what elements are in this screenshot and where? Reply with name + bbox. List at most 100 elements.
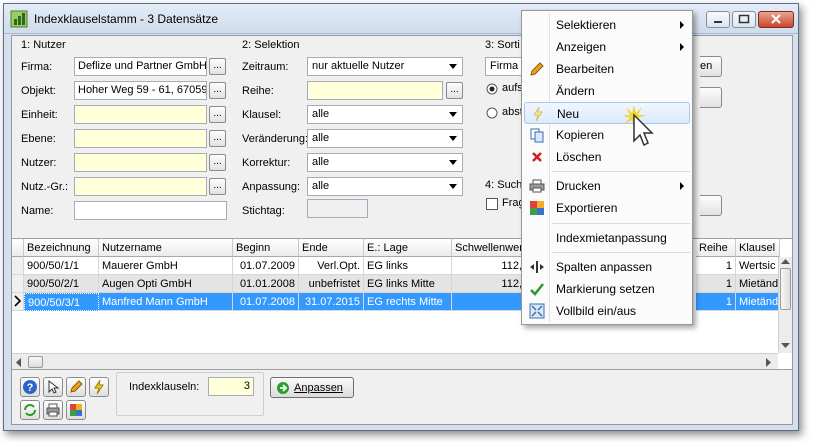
cell-bezeichnung[interactable]: 900/50/2/1	[24, 275, 99, 293]
menu-item-neu[interactable]: Neu	[524, 102, 690, 124]
row-selector[interactable]	[12, 293, 24, 311]
cell-reihe[interactable]: 1	[696, 275, 736, 293]
select-button[interactable]	[43, 377, 63, 397]
cell-ende[interactable]: unbefristet	[299, 275, 364, 293]
cell-nutzername[interactable]: Mauerer GmbH	[99, 257, 233, 275]
horizontal-scroll-thumb[interactable]	[28, 356, 43, 368]
column-header-klausel[interactable]: Klausel	[736, 239, 780, 257]
group-sortierung-title: 3: Sorti	[485, 39, 520, 51]
menu-item-selektieren[interactable]: Selektieren	[524, 14, 690, 36]
cell-klausel[interactable]: Mietänd	[736, 293, 780, 311]
suche-button[interactable]	[700, 195, 722, 216]
cell-schwellenwert[interactable]: 112,	[452, 275, 526, 293]
close-button[interactable]	[758, 11, 794, 28]
export-button[interactable]	[66, 400, 86, 420]
menu-item-drucken[interactable]: Drucken	[524, 175, 690, 197]
menu-item-anzeigen[interactable]: Anzeigen	[524, 36, 690, 58]
column-header-nutzername[interactable]: Nutzername	[99, 239, 233, 257]
einheit-field[interactable]	[74, 105, 207, 124]
row-selector[interactable]	[12, 275, 24, 293]
sortierung-button-label: en	[700, 60, 713, 72]
menu-item-bearbeiten[interactable]: Bearbeiten	[524, 58, 690, 80]
scroll-right-icon[interactable]	[766, 358, 772, 367]
zeitraum-select[interactable]: nur aktuelle Nutzer	[307, 57, 463, 76]
column-header-schwellenwert[interactable]: Schwellenwert	[452, 239, 526, 257]
nutzer-browse-button[interactable]: ...	[209, 154, 226, 171]
cell-ende[interactable]: Verl.Opt.	[299, 257, 364, 275]
column-header-ende[interactable]: Ende	[299, 239, 364, 257]
chevron-down-icon	[449, 160, 457, 165]
menu-item-indexmietanpassung[interactable]: Indexmietanpassung	[524, 227, 690, 249]
klausel-select[interactable]: alle	[307, 105, 463, 124]
maximize-button[interactable]	[732, 11, 756, 28]
anpassung-label: Anpassung:	[242, 181, 301, 193]
cell-lage[interactable]: EG links	[364, 257, 452, 275]
firma-browse-button[interactable]: ...	[209, 58, 226, 75]
ebene-browse-button[interactable]: ...	[209, 130, 226, 147]
print-button[interactable]	[43, 400, 63, 420]
menu-item-exportieren[interactable]: Exportieren	[524, 197, 690, 219]
menu-item-vollbild[interactable]: Vollbild ein/aus	[524, 300, 690, 322]
cell-schwellenwert[interactable]	[452, 293, 526, 311]
minimize-button[interactable]	[706, 11, 730, 28]
sortierung-button-2[interactable]	[700, 87, 722, 108]
cell-beginn[interactable]: 01.01.2008	[233, 275, 299, 293]
cell-klausel[interactable]: Mietänd	[736, 275, 780, 293]
reihe-browse-button[interactable]: ...	[446, 82, 463, 99]
cell-ende[interactable]: 31.07.2015	[299, 293, 364, 311]
column-header-reihe[interactable]: Reihe	[696, 239, 736, 257]
new-button[interactable]	[89, 377, 109, 397]
nutzergruppe-field[interactable]	[74, 177, 207, 196]
help-button[interactable]: ?	[20, 377, 40, 397]
objekt-field[interactable]: Hoher Weg 59 - 61, 67059	[74, 81, 207, 100]
column-header-lage[interactable]: E.: Lage	[364, 239, 452, 257]
horizontal-scrollbar[interactable]	[12, 353, 778, 369]
cell-bezeichnung[interactable]: 900/50/3/1	[24, 293, 99, 311]
cell-reihe[interactable]: 1	[696, 257, 736, 275]
app-icon	[10, 10, 28, 28]
ebene-field[interactable]	[74, 129, 207, 148]
menu-item-kopieren[interactable]: Kopieren	[524, 124, 690, 146]
cell-lage[interactable]: EG links Mitte	[364, 275, 452, 293]
cell-schwellenwert[interactable]: 112,	[452, 257, 526, 275]
radio-aufsteigend[interactable]	[486, 83, 498, 95]
frage-checkbox[interactable]	[486, 198, 498, 210]
cell-nutzername[interactable]: Manfred Mann GmbH	[99, 293, 233, 311]
menu-item-aendern[interactable]: Ändern	[524, 80, 690, 102]
vertical-scroll-thumb[interactable]	[780, 268, 791, 310]
radio-absteigend[interactable]	[486, 107, 498, 119]
einheit-browse-button[interactable]: ...	[209, 106, 226, 123]
nutzergruppe-browse-button[interactable]: ...	[209, 178, 226, 195]
firma-field[interactable]: Deflize und Partner GmbH	[74, 57, 207, 76]
cell-reihe[interactable]: 1	[696, 293, 736, 311]
row-selector[interactable]	[12, 257, 24, 275]
sortierung-button[interactable]: en	[700, 56, 722, 77]
stichtag-field[interactable]	[307, 199, 368, 218]
cell-nutzername[interactable]: Augen Opti GmbH	[99, 275, 233, 293]
nutzer-field[interactable]	[74, 153, 207, 172]
reihe-field[interactable]	[307, 81, 443, 100]
korrektur-select[interactable]: alle	[307, 153, 463, 172]
objekt-browse-button[interactable]: ...	[209, 82, 226, 99]
veraenderung-select[interactable]: alle	[307, 129, 463, 148]
anpassen-button[interactable]: Anpassen	[270, 377, 354, 398]
scroll-down-icon[interactable]	[781, 343, 790, 349]
scroll-up-icon[interactable]	[781, 259, 790, 265]
vertical-scrollbar[interactable]	[778, 257, 792, 353]
menu-item-loeschen[interactable]: Löschen	[524, 146, 690, 168]
column-header-beginn[interactable]: Beginn	[233, 239, 299, 257]
anpassung-select[interactable]: alle	[307, 177, 463, 196]
cell-beginn[interactable]: 01.07.2008	[233, 293, 299, 311]
menu-item-spalten-anpassen[interactable]: Spalten anpassen	[524, 256, 690, 278]
cell-lage[interactable]: EG rechts Mitte	[364, 293, 452, 311]
edit-button[interactable]	[66, 377, 86, 397]
scroll-left-icon[interactable]	[16, 358, 22, 367]
name-field[interactable]	[74, 201, 227, 220]
cell-klausel[interactable]: Wertsic	[736, 257, 780, 275]
refresh-button[interactable]	[20, 400, 40, 420]
menu-item-markierung-setzen[interactable]: Markierung setzen	[524, 278, 690, 300]
cell-bezeichnung[interactable]: 900/50/1/1	[24, 257, 99, 275]
cell-beginn[interactable]: 01.07.2009	[233, 257, 299, 275]
klausel-value: alle	[312, 108, 330, 120]
column-header-bezeichnung[interactable]: Bezeichnung	[24, 239, 99, 257]
